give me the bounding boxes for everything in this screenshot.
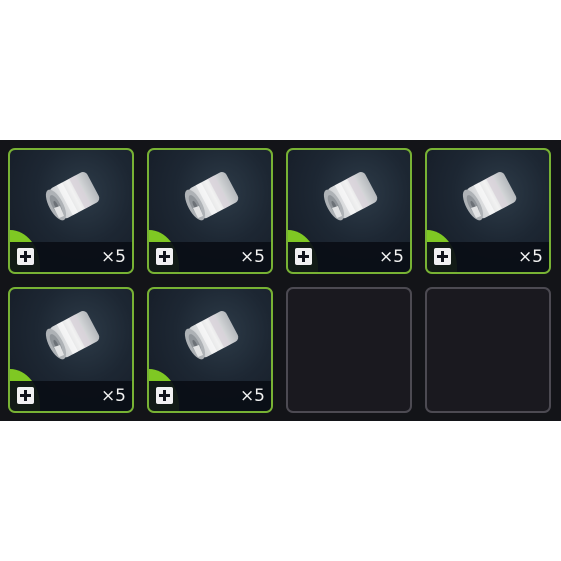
- item-quantity: ×5: [517, 247, 543, 267]
- empty-inventory-slot[interactable]: [425, 287, 551, 413]
- plus-icon[interactable]: [156, 248, 173, 265]
- plus-icon[interactable]: [17, 248, 34, 265]
- item-info-bar: ×5: [149, 381, 271, 411]
- item-info-bar: ×5: [10, 381, 132, 411]
- item-quantity: ×5: [239, 247, 265, 267]
- inventory-slot[interactable]: ×5: [425, 148, 551, 274]
- plus-icon[interactable]: [156, 387, 173, 404]
- empty-inventory-slot[interactable]: [286, 287, 412, 413]
- item-info-bar: ×5: [10, 242, 132, 272]
- inventory-slot[interactable]: ×5: [286, 148, 412, 274]
- bandage-roll-icon: [179, 303, 249, 367]
- inventory-slot[interactable]: ×5: [8, 287, 134, 413]
- item-quantity: ×5: [239, 386, 265, 406]
- bandage-roll-icon: [40, 303, 110, 367]
- plus-icon[interactable]: [295, 248, 312, 265]
- item-info-bar: ×5: [288, 242, 410, 272]
- item-info-bar: ×5: [149, 242, 271, 272]
- plus-icon[interactable]: [17, 387, 34, 404]
- inventory-panel: ×5 ×5 ×5 ×5 ×5 ×5: [0, 140, 561, 421]
- inventory-slot[interactable]: ×5: [8, 148, 134, 274]
- bandage-roll-icon: [40, 164, 110, 228]
- plus-icon[interactable]: [434, 248, 451, 265]
- item-info-bar: ×5: [427, 242, 549, 272]
- bandage-roll-icon: [457, 164, 527, 228]
- inventory-slot[interactable]: ×5: [147, 148, 273, 274]
- bandage-roll-icon: [318, 164, 388, 228]
- bandage-roll-icon: [179, 164, 249, 228]
- item-quantity: ×5: [100, 386, 126, 406]
- item-quantity: ×5: [378, 247, 404, 267]
- item-quantity: ×5: [100, 247, 126, 267]
- inventory-slot[interactable]: ×5: [147, 287, 273, 413]
